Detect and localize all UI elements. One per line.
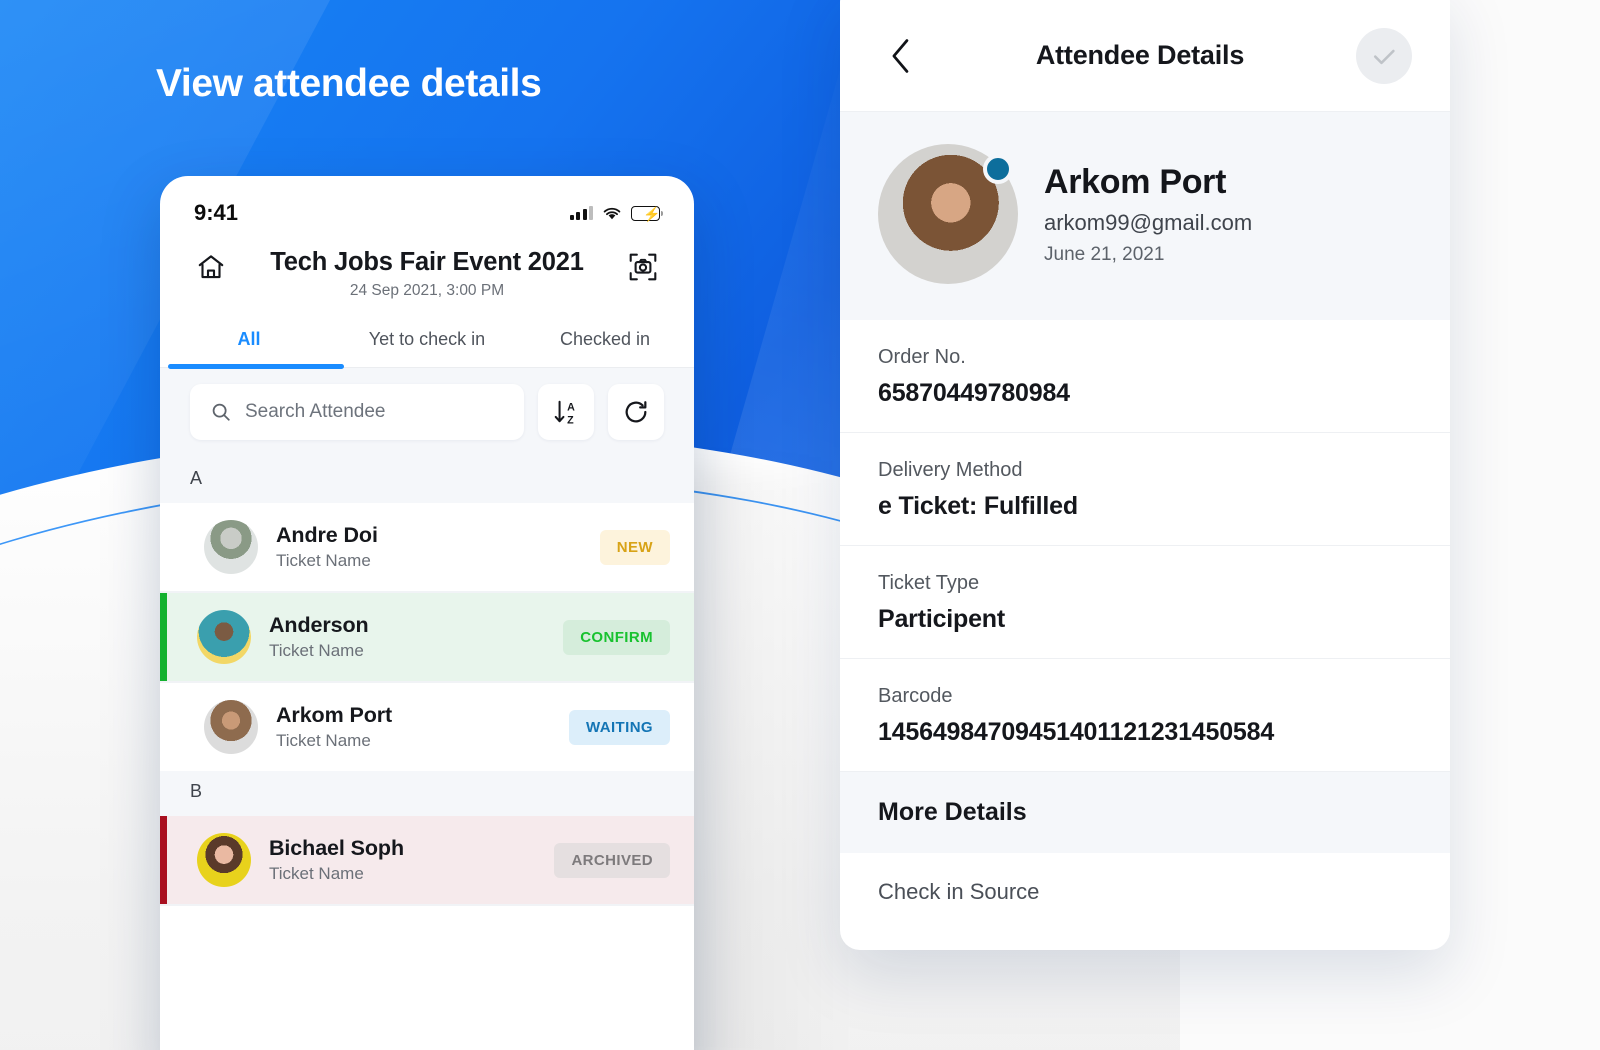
field-ticket-type: Ticket Type Participent	[840, 546, 1450, 659]
cellular-signal-icon	[569, 206, 593, 220]
tab-yet-to-check-in[interactable]: Yet to check in	[338, 316, 516, 367]
svg-text:A: A	[567, 401, 575, 413]
table-row[interactable]: Anderson Ticket Name CONFIRM	[160, 593, 694, 681]
tab-all[interactable]: All	[160, 316, 338, 367]
avatar	[197, 833, 251, 887]
ticket-name: Ticket Name	[269, 641, 364, 660]
field-barcode: Barcode 14564984709451401121231450584	[840, 659, 1450, 772]
table-row[interactable]: Andre Doi Ticket Name NEW	[160, 503, 694, 591]
status-icons: ⚡	[569, 205, 663, 222]
table-row[interactable]: Bichael Soph Ticket Name ARCHIVED	[160, 816, 694, 904]
more-details-label: More Details	[878, 798, 1027, 826]
tab-checked-in[interactable]: Checked in	[516, 316, 694, 367]
ticket-name: Ticket Name	[276, 731, 371, 750]
page-title: View attendee details	[156, 62, 542, 105]
more-details-section[interactable]: More Details	[840, 772, 1450, 853]
attendee-name: Anderson	[269, 613, 369, 637]
field-value: 14564984709451401121231450584	[878, 718, 1275, 746]
phone-mockup: 9:41 ⚡ Tech Jobs Fair Event 2021 24 Sep …	[160, 176, 694, 1050]
row-text: Andre Doi Ticket Name	[276, 523, 582, 571]
chevron-left-icon[interactable]	[878, 33, 924, 79]
event-datetime: 24 Sep 2021, 3:00 PM	[349, 282, 505, 299]
section-header-b: B	[160, 771, 694, 816]
event-title-block: Tech Jobs Fair Event 2021 24 Sep 2021, 3…	[232, 246, 622, 300]
field-label: Delivery Method	[878, 459, 1023, 481]
detail-title: Attendee Details	[1035, 40, 1245, 70]
online-status-dot	[983, 154, 1013, 184]
status-badge: CONFIRM	[563, 619, 670, 655]
event-title: Tech Jobs Fair Event 2021	[270, 248, 584, 276]
svg-text:Z: Z	[567, 414, 574, 426]
section-header-a: A	[160, 458, 694, 503]
scan-camera-icon[interactable]	[622, 246, 664, 288]
tab-active-indicator	[168, 364, 344, 369]
ticket-name: Ticket Name	[269, 864, 364, 883]
battery-charging-icon: ⚡	[631, 205, 663, 222]
check-in-source-label: Check in Source	[878, 879, 1040, 904]
profile-name: Arkom Port	[1044, 162, 1227, 201]
row-text: Anderson Ticket Name	[269, 613, 545, 661]
attendee-details-panel: Attendee Details Arkom Port arkom99@gmai…	[840, 0, 1450, 950]
field-order-no: Order No. 65870449780984	[840, 320, 1450, 433]
wifi-icon	[603, 207, 621, 219]
home-icon[interactable]	[190, 246, 232, 288]
attendee-name: Andre Doi	[276, 523, 378, 547]
avatar	[878, 144, 1018, 284]
field-label: Order No.	[878, 346, 966, 368]
profile-text: Arkom Port arkom99@gmail.com June 21, 20…	[1044, 163, 1252, 266]
avatar	[204, 700, 258, 754]
status-badge: WAITING	[569, 709, 670, 745]
search-icon	[212, 403, 230, 421]
divider	[160, 904, 694, 906]
search-input[interactable]: Search Attendee	[190, 384, 524, 440]
status-badge: NEW	[599, 529, 670, 565]
ticket-name: Ticket Name	[276, 551, 371, 570]
slide-canvas: View attendee details 9:41 ⚡ Tech Jobs F…	[0, 0, 1600, 1050]
field-label: Ticket Type	[878, 572, 980, 594]
sort-az-icon[interactable]: A Z	[538, 384, 594, 440]
field-value: Participent	[878, 605, 1005, 633]
event-header: Tech Jobs Fair Event 2021 24 Sep 2021, 3…	[160, 238, 694, 316]
status-bar: 9:41 ⚡	[160, 176, 694, 238]
attendee-name: Bichael Soph	[269, 836, 404, 860]
field-delivery-method: Delivery Method e Ticket: Fulfilled	[840, 433, 1450, 546]
refresh-icon[interactable]	[608, 384, 664, 440]
avatar	[197, 610, 251, 664]
table-row[interactable]: Arkom Port Ticket Name WAITING	[160, 683, 694, 771]
row-text: Bichael Soph Ticket Name	[269, 836, 536, 884]
list-toolbar: Search Attendee A Z	[160, 368, 694, 458]
detail-header: Attendee Details	[840, 0, 1450, 112]
profile-email: arkom99@gmail.com	[1044, 209, 1253, 235]
attendee-name: Arkom Port	[276, 703, 393, 727]
profile-block: Arkom Port arkom99@gmail.com June 21, 20…	[840, 112, 1450, 320]
avatar	[204, 520, 258, 574]
search-placeholder: Search Attendee	[245, 401, 386, 422]
check-icon[interactable]	[1356, 27, 1412, 84]
field-label: Barcode	[878, 685, 953, 707]
status-time: 9:41	[194, 200, 239, 225]
row-text: Arkom Port Ticket Name	[276, 703, 551, 751]
check-in-source-row[interactable]: Check in Source	[840, 853, 1450, 931]
status-badge: ARCHIVED	[554, 842, 670, 878]
attendee-tabs: All Yet to check in Checked in	[160, 316, 694, 369]
field-value: e Ticket: Fulfilled	[878, 492, 1078, 520]
field-value: 65870449780984	[878, 379, 1070, 407]
profile-date: June 21, 2021	[1044, 243, 1165, 265]
